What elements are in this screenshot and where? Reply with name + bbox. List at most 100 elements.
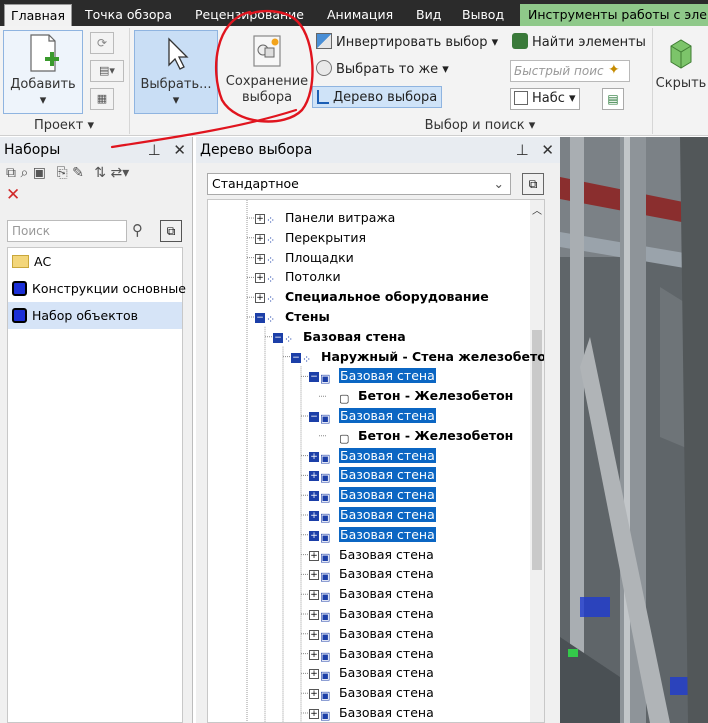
sets-search-input[interactable]: Поиск	[7, 220, 127, 242]
tab-view[interactable]: Вид	[416, 4, 441, 26]
add-button[interactable]: Добавить ▾	[3, 30, 83, 114]
expand-icon[interactable]: +	[309, 649, 319, 660]
select-label: Выбрать...	[140, 77, 212, 92]
tree-row[interactable]: + ▣ Базовая стена	[309, 564, 434, 583]
pin-icon[interactable]: ⊥	[148, 141, 161, 159]
expand-icon[interactable]: +	[309, 610, 319, 620]
pin-icon[interactable]: ⊥	[516, 141, 529, 159]
tree-mode-select[interactable]: Стандартное ⌄	[207, 173, 511, 195]
composite-object-icon: ▣	[320, 491, 331, 505]
add-comment-icon[interactable]: ✎	[72, 165, 84, 181]
refresh-icon[interactable]: ⟳	[90, 32, 114, 54]
tree-row[interactable]: ▢ Бетон - Железобетон	[327, 426, 513, 445]
tree-row[interactable]: + ▣ Базовая стена	[309, 545, 434, 564]
tab-item-tools[interactable]: Инструменты работы с элем	[520, 4, 708, 26]
manage-sets-icon[interactable]: ▤	[602, 88, 624, 110]
scroll-up-icon[interactable]: ︿	[532, 202, 542, 217]
expand-icon[interactable]: +	[255, 293, 265, 304]
project-panel-label[interactable]: Проект ▾	[0, 117, 128, 135]
tree-row[interactable]: − ▣ Базовая стена	[309, 406, 436, 425]
tree-row[interactable]: + ⁘ Специальное оборудование	[255, 287, 489, 306]
tree-row[interactable]: + ▣ Базовая стена	[309, 525, 436, 544]
find-items-button[interactable]: Найти элементы	[512, 32, 646, 54]
expand-icon[interactable]: +	[255, 214, 265, 224]
tree-scrollbar[interactable]: ︿	[530, 200, 544, 722]
collapse-icon[interactable]: −	[273, 332, 283, 343]
tree-row[interactable]: + ⁘ Панели витража	[255, 208, 395, 227]
close-icon[interactable]: ✕	[541, 141, 554, 159]
sort-icon[interactable]: ⇅	[94, 165, 106, 181]
import-export-icon[interactable]: ⇄▾	[110, 165, 129, 181]
expand-icon[interactable]: +	[309, 709, 319, 719]
collapse-icon[interactable]: −	[255, 313, 265, 323]
scroll-thumb[interactable]	[532, 330, 542, 570]
list-item[interactable]: АС	[8, 248, 182, 275]
expand-icon[interactable]: +	[309, 550, 319, 561]
select-same-button[interactable]: Выбрать то же ▾	[316, 59, 449, 81]
list-item[interactable]: Конструкции основные	[8, 275, 186, 302]
tree-row[interactable]: + ▣ Базовая стена	[309, 703, 434, 722]
tree-row[interactable]: + ▣ Базовая стена	[309, 485, 436, 504]
expand-icon[interactable]: +	[255, 233, 265, 244]
search-icon[interactable]: ⚲	[132, 221, 143, 239]
tree-row[interactable]: + ▣ Базовая стена	[309, 446, 436, 465]
3d-viewport[interactable]	[560, 137, 708, 723]
close-icon[interactable]: ✕	[173, 141, 186, 159]
expand-icon[interactable]: +	[309, 530, 319, 541]
tree-row[interactable]: + ▣ Базовая стена	[309, 584, 434, 603]
expand-icon[interactable]: +	[309, 590, 319, 601]
collapse-icon[interactable]: −	[309, 372, 319, 383]
collapse-icon[interactable]: −	[291, 352, 301, 363]
quick-find-icon[interactable]: ✦	[608, 62, 626, 80]
search-options-icon[interactable]: ⧉	[160, 220, 182, 242]
tree-row[interactable]: + ▣ Базовая стена	[309, 624, 434, 643]
tree-row[interactable]: + ▣ Базовая стена	[309, 505, 436, 524]
expand-icon[interactable]: +	[309, 451, 319, 462]
selection-sets-dropdown[interactable]: Набс ▾	[510, 88, 580, 110]
tree-row[interactable]: − ⁘ Базовая стена	[273, 327, 406, 346]
tree-row[interactable]: − ▣ Базовая стена	[309, 366, 436, 385]
expand-icon[interactable]: +	[309, 471, 319, 482]
save-selection-icon[interactable]: ⧉	[6, 165, 16, 181]
tree-row[interactable]: + ▣ Базовая стена	[309, 604, 434, 623]
expand-icon[interactable]: +	[309, 669, 319, 680]
collapse-icon[interactable]: −	[309, 412, 319, 422]
expand-icon[interactable]: +	[309, 511, 319, 521]
select-search-panel-label[interactable]: Выбор и поиск ▾	[312, 117, 648, 135]
duplicate-icon[interactable]: ⎘	[56, 165, 67, 181]
tab-animation[interactable]: Анимация	[327, 4, 393, 26]
tree-row[interactable]: − ⁘ Стены	[255, 307, 330, 326]
tree-row[interactable]: − ⁘ Наружный - Стена железобетонн	[291, 347, 544, 366]
tree-row[interactable]: + ▣ Базовая стена	[309, 644, 434, 663]
tab-home[interactable]: Главная	[4, 4, 72, 26]
tree-row[interactable]: + ⁘ Перекрытия	[255, 228, 366, 247]
tree-row[interactable]: + ▣ Базовая стена	[309, 683, 434, 702]
tree-row[interactable]: ▢ Бетон - Железобетон	[327, 386, 513, 405]
tree-options-icon[interactable]: ⧉	[522, 173, 544, 195]
save-selection-button[interactable]: Сохранение выбора	[222, 30, 312, 114]
delete-icon[interactable]: ✕	[6, 185, 20, 205]
tree-node-label: Базовая стена	[339, 467, 436, 483]
list-item[interactable]: Набор объектов	[8, 302, 182, 329]
tree-row[interactable]: + ▣ Базовая стена	[309, 663, 434, 682]
model-properties-icon[interactable]: ▦	[90, 88, 114, 110]
tree-row[interactable]: + ⁘ Площадки	[255, 248, 354, 267]
expand-icon[interactable]: +	[309, 689, 319, 700]
expand-icon[interactable]: +	[309, 629, 319, 640]
tab-review[interactable]: Рецензирование	[195, 4, 304, 26]
expand-icon[interactable]: +	[255, 253, 265, 264]
expand-icon[interactable]: +	[309, 491, 319, 502]
hide-button[interactable]: Скрыть	[654, 30, 708, 114]
save-search-icon[interactable]: ⌕	[20, 165, 28, 181]
tree-row[interactable]: + ▣ Базовая стена	[309, 465, 436, 484]
tree-row[interactable]: + ⁘ Потолки	[255, 267, 341, 286]
file-options-icon[interactable]: ▤▾	[90, 60, 124, 82]
selection-tree-button[interactable]: Дерево выбора	[312, 86, 443, 108]
expand-icon[interactable]: +	[309, 570, 319, 581]
new-folder-icon[interactable]: ▣	[33, 165, 46, 181]
invert-selection-button[interactable]: Инвертировать выбор ▾	[316, 32, 498, 54]
tab-output[interactable]: Вывод	[462, 4, 504, 26]
tab-viewpoint[interactable]: Точка обзора	[85, 4, 172, 26]
expand-icon[interactable]: +	[255, 273, 265, 284]
select-button[interactable]: Выбрать... ▾	[134, 30, 218, 114]
